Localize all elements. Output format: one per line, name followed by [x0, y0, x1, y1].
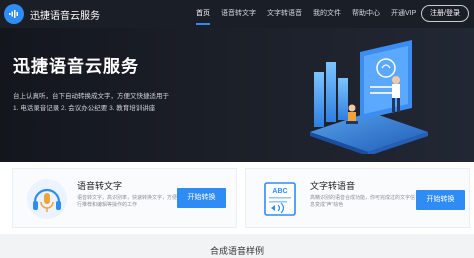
nav-my-files[interactable]: 我的文件: [313, 0, 341, 28]
soundwave-icon: [4, 4, 24, 24]
nav-text-to-speech[interactable]: 文字转语音: [267, 0, 302, 28]
nav-vip[interactable]: 开通VIP: [391, 0, 416, 28]
nav-home[interactable]: 首页: [196, 0, 210, 28]
login-register-button[interactable]: 注册/登录: [421, 5, 469, 22]
card-title: 语音转文字: [77, 181, 123, 191]
brand-logo[interactable]: 迅捷语音云服务: [4, 4, 100, 24]
nav-help-center[interactable]: 帮助中心: [352, 0, 380, 28]
card-description: 高精识别的语音合成功能，你可完成过的文字信息变成“声”绘色: [310, 195, 416, 208]
text-to-speech-card: ABC 文字转语音 高精识别的语音合成功能，你可完成过的文字信息变成“声”绘色 …: [245, 168, 470, 228]
speech-to-text-card: 语音转文字 语音转文字，高识别率，快速转换文字，方便进行推荐和编辑等操作的工作 …: [12, 168, 237, 228]
card-title: 文字转语音: [310, 181, 356, 191]
card-description: 语音转文字，高识别率，快速转换文字，方便进行推荐和编辑等操作的工作: [77, 195, 183, 208]
start-convert-button[interactable]: 开始转换: [416, 190, 465, 210]
hero-banner: 迅捷语音云服务 台上认真听，台下自动转换成文字，方便又快捷适用于 1. 电话录音…: [0, 28, 474, 162]
hero-use-cases: 1. 电话录音记录 2. 会议办公纪要 3. 教育培训讲座: [13, 105, 156, 112]
main-nav: 首页 语音转文字 文字转语音 我的文件 帮助中心 开通VIP: [196, 0, 427, 28]
hero-title: 迅捷语音云服务: [13, 57, 139, 76]
cloud-speech-illustration: [310, 40, 428, 154]
hero-description: 台上认真听，台下自动转换成文字，方便又快捷适用于: [13, 93, 169, 100]
brand-name: 迅捷语音云服务: [30, 10, 100, 22]
samples-section: 合成语音样例: [0, 234, 474, 258]
section-title: 合成语音样例: [209, 246, 264, 256]
abc-document-icon: ABC: [264, 182, 296, 216]
top-header: 迅捷语音云服务 首页 语音转文字 文字转语音 我的文件 帮助中心 开通VIP 注…: [0, 0, 474, 28]
start-convert-button[interactable]: 开始转换: [177, 188, 226, 208]
service-cards: 语音转文字 语音转文字，高识别率，快速转换文字，方便进行推荐和编辑等操作的工作 …: [0, 162, 474, 234]
svg-text:ABC: ABC: [272, 188, 287, 195]
headphones-mic-icon: [27, 179, 67, 219]
nav-speech-to-text[interactable]: 语音转文字: [221, 0, 256, 28]
